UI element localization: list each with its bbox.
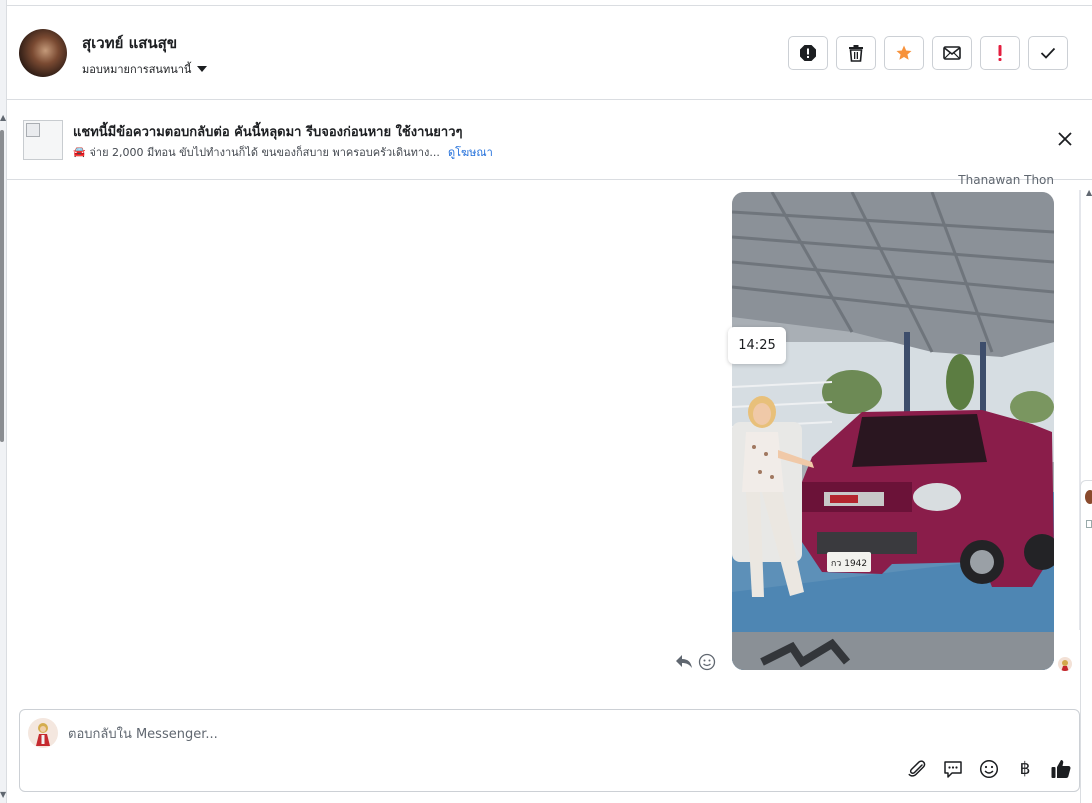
important-icon: [998, 45, 1002, 61]
mail-icon: [943, 46, 961, 60]
view-ad-link[interactable]: ดูโฆษณา: [448, 143, 493, 161]
emoji-icon: [979, 759, 999, 779]
license-plate-text: กว 1942: [831, 559, 867, 569]
ad-title: แชทนี้มีข้อความตอบกลับต่อ คันนี้หลุดมา ร…: [73, 125, 463, 140]
mark-done-button[interactable]: [1028, 36, 1068, 70]
scroll-up-icon[interactable]: ▲: [0, 113, 6, 122]
mark-spam-button[interactable]: [788, 36, 828, 70]
left-scrollbar[interactable]: [0, 130, 4, 442]
right-scroll-up-icon[interactable]: ▲: [1086, 188, 1092, 197]
contact-avatar[interactable]: [19, 29, 67, 77]
reply-icon[interactable]: [675, 653, 693, 669]
delete-button[interactable]: [836, 36, 876, 70]
car-emoji-icon: 🚘: [73, 146, 86, 158]
emoji-button[interactable]: [977, 757, 1001, 781]
spam-icon: [800, 45, 816, 61]
ad-subtitle-row: 🚘 จ่าย 2,000 มีทอน ขับไปทำงานก็ได้ ขนของ…: [73, 143, 493, 161]
ad-thumbnail[interactable]: [23, 120, 63, 160]
message-photo[interactable]: กว 1942: [732, 192, 1054, 670]
header-actions: [788, 36, 1068, 70]
assign-label: มอบหมายการสนทนานี้: [82, 63, 192, 76]
attachment-button[interactable]: [905, 757, 929, 781]
reaction-icon[interactable]: [698, 653, 716, 671]
message-thread: Thanawan Thon กว 1942 14:25: [7, 173, 1080, 701]
caret-down-icon: [197, 66, 208, 72]
message-timestamp-tooltip: 14:25: [728, 327, 786, 364]
ad-subtitle: จ่าย 2,000 มีทอน ขับไปทำงานก็ได้ ขนของก็…: [89, 146, 440, 159]
star-icon: [896, 45, 912, 60]
close-icon[interactable]: [1056, 130, 1074, 148]
sender-name: Thanawan Thon: [958, 173, 1054, 187]
right-side-panel: [1080, 480, 1092, 803]
page-avatar: [28, 718, 58, 748]
attachment-icon: [908, 760, 926, 777]
read-receipt-avatar: [1058, 657, 1072, 671]
mark-unread-button[interactable]: [932, 36, 972, 70]
scroll-down-icon[interactable]: ▼: [0, 790, 6, 799]
side-panel-avatar[interactable]: [1085, 490, 1092, 504]
saved-replies-button[interactable]: [941, 757, 965, 781]
messenger-inbox: ▲ ▼ สุเวทย์ แสนสุข มอบหมายการสนทนานี้ แช…: [0, 0, 1092, 803]
page-avatar-image: [28, 718, 58, 748]
payment-icon: ฿: [1019, 759, 1031, 779]
assign-conversation-dropdown[interactable]: มอบหมายการสนทนานี้: [82, 60, 208, 78]
ad-context-banner: แชทนี้มีข้อความตอบกลับต่อ คันนี้หลุดมา ร…: [7, 100, 1092, 180]
photo-content: กว 1942: [732, 192, 1054, 670]
mark-important-button[interactable]: [980, 36, 1020, 70]
star-button[interactable]: [884, 36, 924, 70]
read-receipt-image: [1061, 660, 1069, 671]
reply-composer: ฿: [19, 709, 1080, 792]
composer-tools: ฿: [905, 757, 1073, 781]
trash-icon: [849, 45, 863, 62]
like-icon: [1051, 760, 1071, 778]
check-icon: [1040, 47, 1056, 59]
reply-input[interactable]: [68, 724, 768, 744]
payment-button[interactable]: ฿: [1013, 757, 1037, 781]
saved-reply-icon: [944, 761, 962, 778]
contact-name[interactable]: สุเวทย์ แสนสุข: [82, 31, 177, 55]
conversation-header: สุเวทย์ แสนสุข มอบหมายการสนทนานี้: [7, 6, 1092, 100]
side-panel-image-icon: [1086, 520, 1092, 528]
like-button[interactable]: [1049, 757, 1073, 781]
broken-image-icon: [26, 123, 40, 137]
